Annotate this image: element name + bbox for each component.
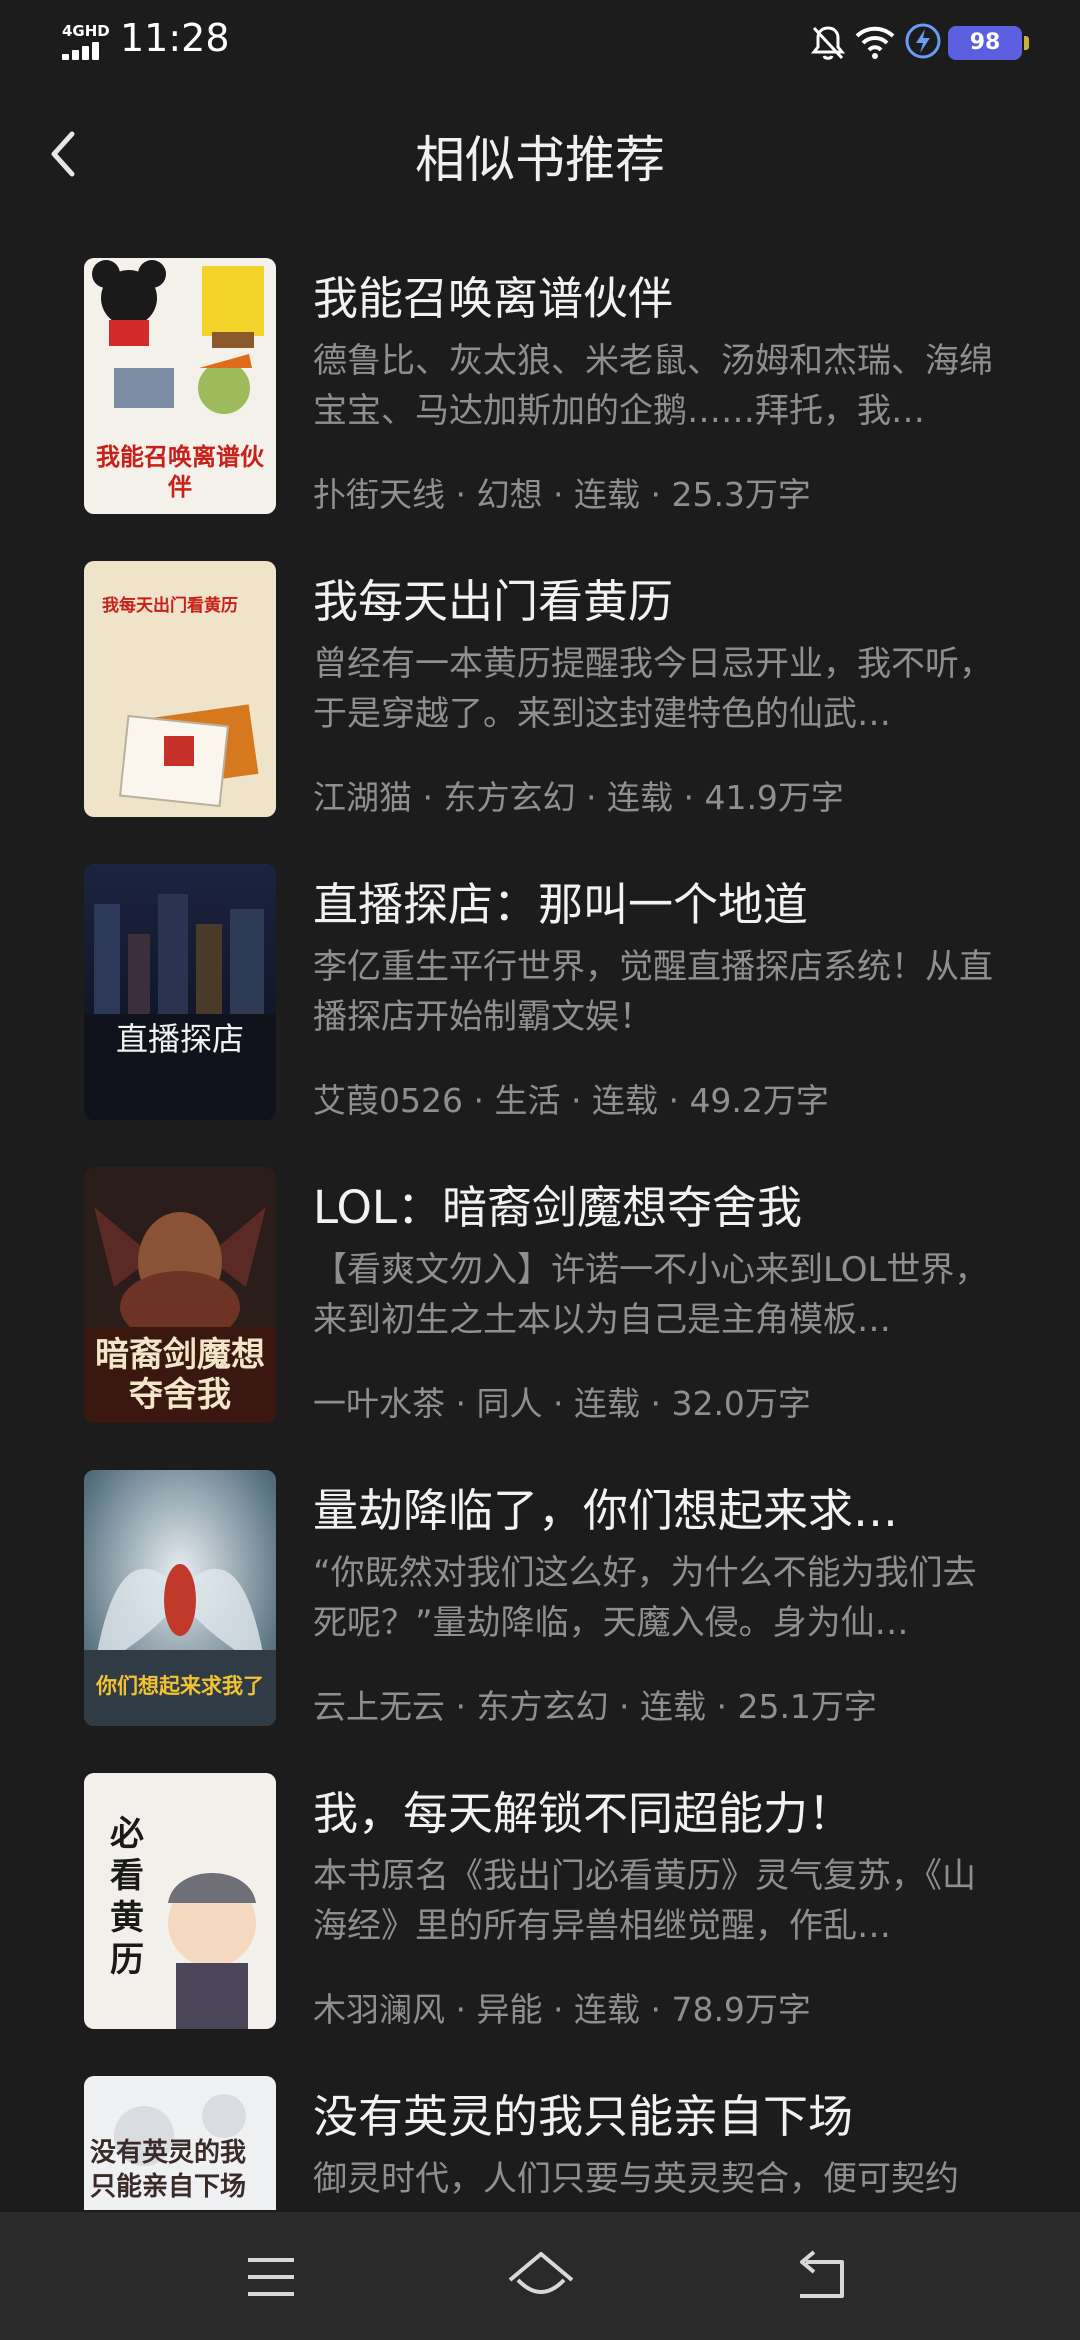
book-title: 量劫降临了，你们想起来求…	[313, 1484, 899, 1537]
book-author: 江湖猫	[313, 778, 412, 817]
book-word-count: 78.9万字	[671, 1990, 811, 2029]
system-nav-bar	[0, 2212, 1080, 2340]
book-title: 我每天出门看黄历	[313, 575, 674, 628]
book-title: 我，每天解锁不同超能力！	[313, 1787, 854, 1840]
book-meta: 木羽澜风 · 异能 · 连载 · 78.9万字	[313, 1990, 811, 2029]
book-status: 连载	[606, 778, 673, 817]
book-meta: 江湖猫 · 东方玄幻 · 连载 · 41.9万字	[313, 778, 844, 817]
book-status: 连载	[591, 1081, 658, 1120]
book-title: 我能召唤离谱伙伴	[313, 272, 674, 325]
book-list[interactable]: 我能召唤离谱伙伴 我能召唤离谱伙伴 德鲁比、灰太狼、米老鼠、汤姆和杰瑞、海绵宝宝…	[0, 258, 1080, 2210]
book-item[interactable]: 你们想起来求我了 量劫降临了，你们想起来求… “你既然对我们这么好，为什么不能为…	[0, 1470, 1080, 1773]
book-cover[interactable]: 我能召唤离谱伙伴	[84, 258, 276, 514]
cover-title: 直播探店	[115, 1020, 244, 1058]
menu-button[interactable]	[226, 2242, 316, 2312]
menu-icon	[248, 2258, 294, 2296]
book-description: 李亿重生平行世界，觉醒直播探店系统！从直播探店开始制霸文娱！	[313, 947, 993, 1037]
book-word-count: 25.1万字	[737, 1687, 877, 1726]
book-description: 曾经有一本黄历提醒我今日忌开业，我不听，于是穿越了。来到这封建特色的仙武…	[313, 644, 993, 734]
book-cover[interactable]: 暗裔剑魔想夺舍我	[84, 1167, 276, 1423]
book-item[interactable]: 我每天出门看黄历 我每天出门看黄历 曾经有一本黄历提醒我今日忌开业，我不听，于是…	[0, 561, 1080, 864]
book-word-count: 32.0万字	[671, 1384, 811, 1423]
book-description: 德鲁比、灰太狼、米老鼠、汤姆和杰瑞、海绵宝宝、马达加斯加的企鹅……拜托，我…	[313, 341, 993, 431]
cover-title: 暗裔剑魔想夺舍我	[95, 1335, 265, 1415]
home-icon	[508, 2252, 574, 2294]
book-genre: 同人	[476, 1384, 543, 1423]
book-item[interactable]: 必看黄历 我，每天解锁不同超能力！ 本书原名《我出门必看黄历》灵气复苏，《山海经…	[0, 1773, 1080, 2076]
book-meta: 一叶水茶 · 同人 · 连载 · 32.0万字	[313, 1384, 811, 1423]
book-author: 云上无云	[313, 1687, 445, 1726]
book-description: “你既然对我们这么好，为什么不能为我们去死呢？”量劫降临，天魔入侵。身为仙…	[313, 1553, 977, 1643]
cover-title: 我每天出门看黄历	[102, 596, 238, 616]
page-header: 相似书推荐	[0, 110, 1080, 200]
return-icon	[800, 2250, 844, 2298]
cellular-signal-icon: 4GHD	[62, 22, 112, 60]
book-meta: 扑街天线 · 幻想 · 连载 · 25.3万字	[313, 475, 811, 514]
book-status: 连载	[639, 1687, 706, 1726]
book-genre: 异能	[476, 1990, 543, 2029]
book-item[interactable]: 直播探店 直播探店：那叫一个地道 李亿重生平行世界，觉醒直播探店系统！从直播探店…	[0, 864, 1080, 1167]
book-description: 御灵时代，人们只要与英灵契合，便可契约	[313, 2159, 959, 2199]
book-title: LOL：暗裔剑魔想夺舍我	[313, 1181, 802, 1234]
book-author: 艾葭0526	[313, 1081, 463, 1120]
battery-level: 98	[948, 26, 1022, 60]
book-genre: 生活	[494, 1081, 561, 1120]
cover-title: 必看黄历	[110, 1814, 144, 1980]
book-genre: 东方玄幻	[476, 1687, 609, 1726]
book-word-count: 49.2万字	[689, 1081, 829, 1120]
book-description: 本书原名《我出门必看黄历》灵气复苏，《山海经》里的所有异兽相继觉醒，作乱…	[313, 1856, 976, 1946]
cover-title: 你们想起来求我了	[96, 1674, 264, 1698]
book-title: 直播探店：那叫一个地道	[313, 878, 809, 931]
book-cover[interactable]: 直播探店	[84, 864, 276, 1120]
book-author: 一叶水茶	[313, 1384, 445, 1423]
back-nav-button[interactable]	[776, 2242, 866, 2312]
page-title: 相似书推荐	[415, 131, 665, 189]
book-item[interactable]: 没有英灵的我只能亲自下场 没有英灵的我只能亲自下场 御灵时代，人们只要与英灵契合…	[0, 2076, 1080, 2210]
book-cover[interactable]: 你们想起来求我了	[84, 1470, 276, 1726]
book-description: 【看爽文勿入】许诺一不小心来到LOL世界，来到初生之土本以为自己是主角模板…	[313, 1250, 989, 1340]
book-word-count: 41.9万字	[704, 778, 844, 817]
book-cover[interactable]: 没有英灵的我只能亲自下场	[84, 2076, 276, 2210]
book-item[interactable]: 暗裔剑魔想夺舍我 LOL：暗裔剑魔想夺舍我 【看爽文勿入】许诺一不小心来到LOL…	[0, 1167, 1080, 1470]
book-cover[interactable]: 我每天出门看黄历	[84, 561, 276, 817]
book-item[interactable]: 我能召唤离谱伙伴 我能召唤离谱伙伴 德鲁比、灰太狼、米老鼠、汤姆和杰瑞、海绵宝宝…	[0, 258, 1080, 561]
status-bar: 4GHD 11:28 98	[0, 0, 1080, 84]
cover-title: 我能召唤离谱伙伴	[96, 443, 264, 501]
book-author: 扑街天线	[313, 475, 445, 514]
bell-off-icon	[810, 26, 846, 60]
book-meta: 云上无云 · 东方玄幻 · 连载 · 25.1万字	[313, 1687, 877, 1726]
book-status: 连载	[573, 1384, 640, 1423]
book-cover[interactable]: 必看黄历	[84, 1773, 276, 2029]
lightning-icon	[905, 23, 941, 59]
wifi-icon	[855, 26, 895, 59]
battery-tip	[1024, 36, 1029, 50]
book-status: 连载	[573, 475, 640, 514]
book-author: 木羽澜风	[313, 1990, 445, 2029]
book-genre: 东方玄幻	[443, 778, 576, 817]
book-status: 连载	[573, 1990, 640, 2029]
home-button[interactable]	[496, 2242, 586, 2312]
book-title: 没有英灵的我只能亲自下场	[313, 2090, 854, 2143]
cover-title: 没有英灵的我只能亲自下场	[90, 2138, 247, 2202]
book-word-count: 25.3万字	[671, 475, 811, 514]
network-type: 4GHD	[62, 22, 110, 40]
book-meta: 艾葭0526 · 生活 · 连载 · 49.2万字	[313, 1081, 829, 1120]
book-genre: 幻想	[476, 475, 543, 514]
status-time: 11:28	[120, 16, 230, 60]
